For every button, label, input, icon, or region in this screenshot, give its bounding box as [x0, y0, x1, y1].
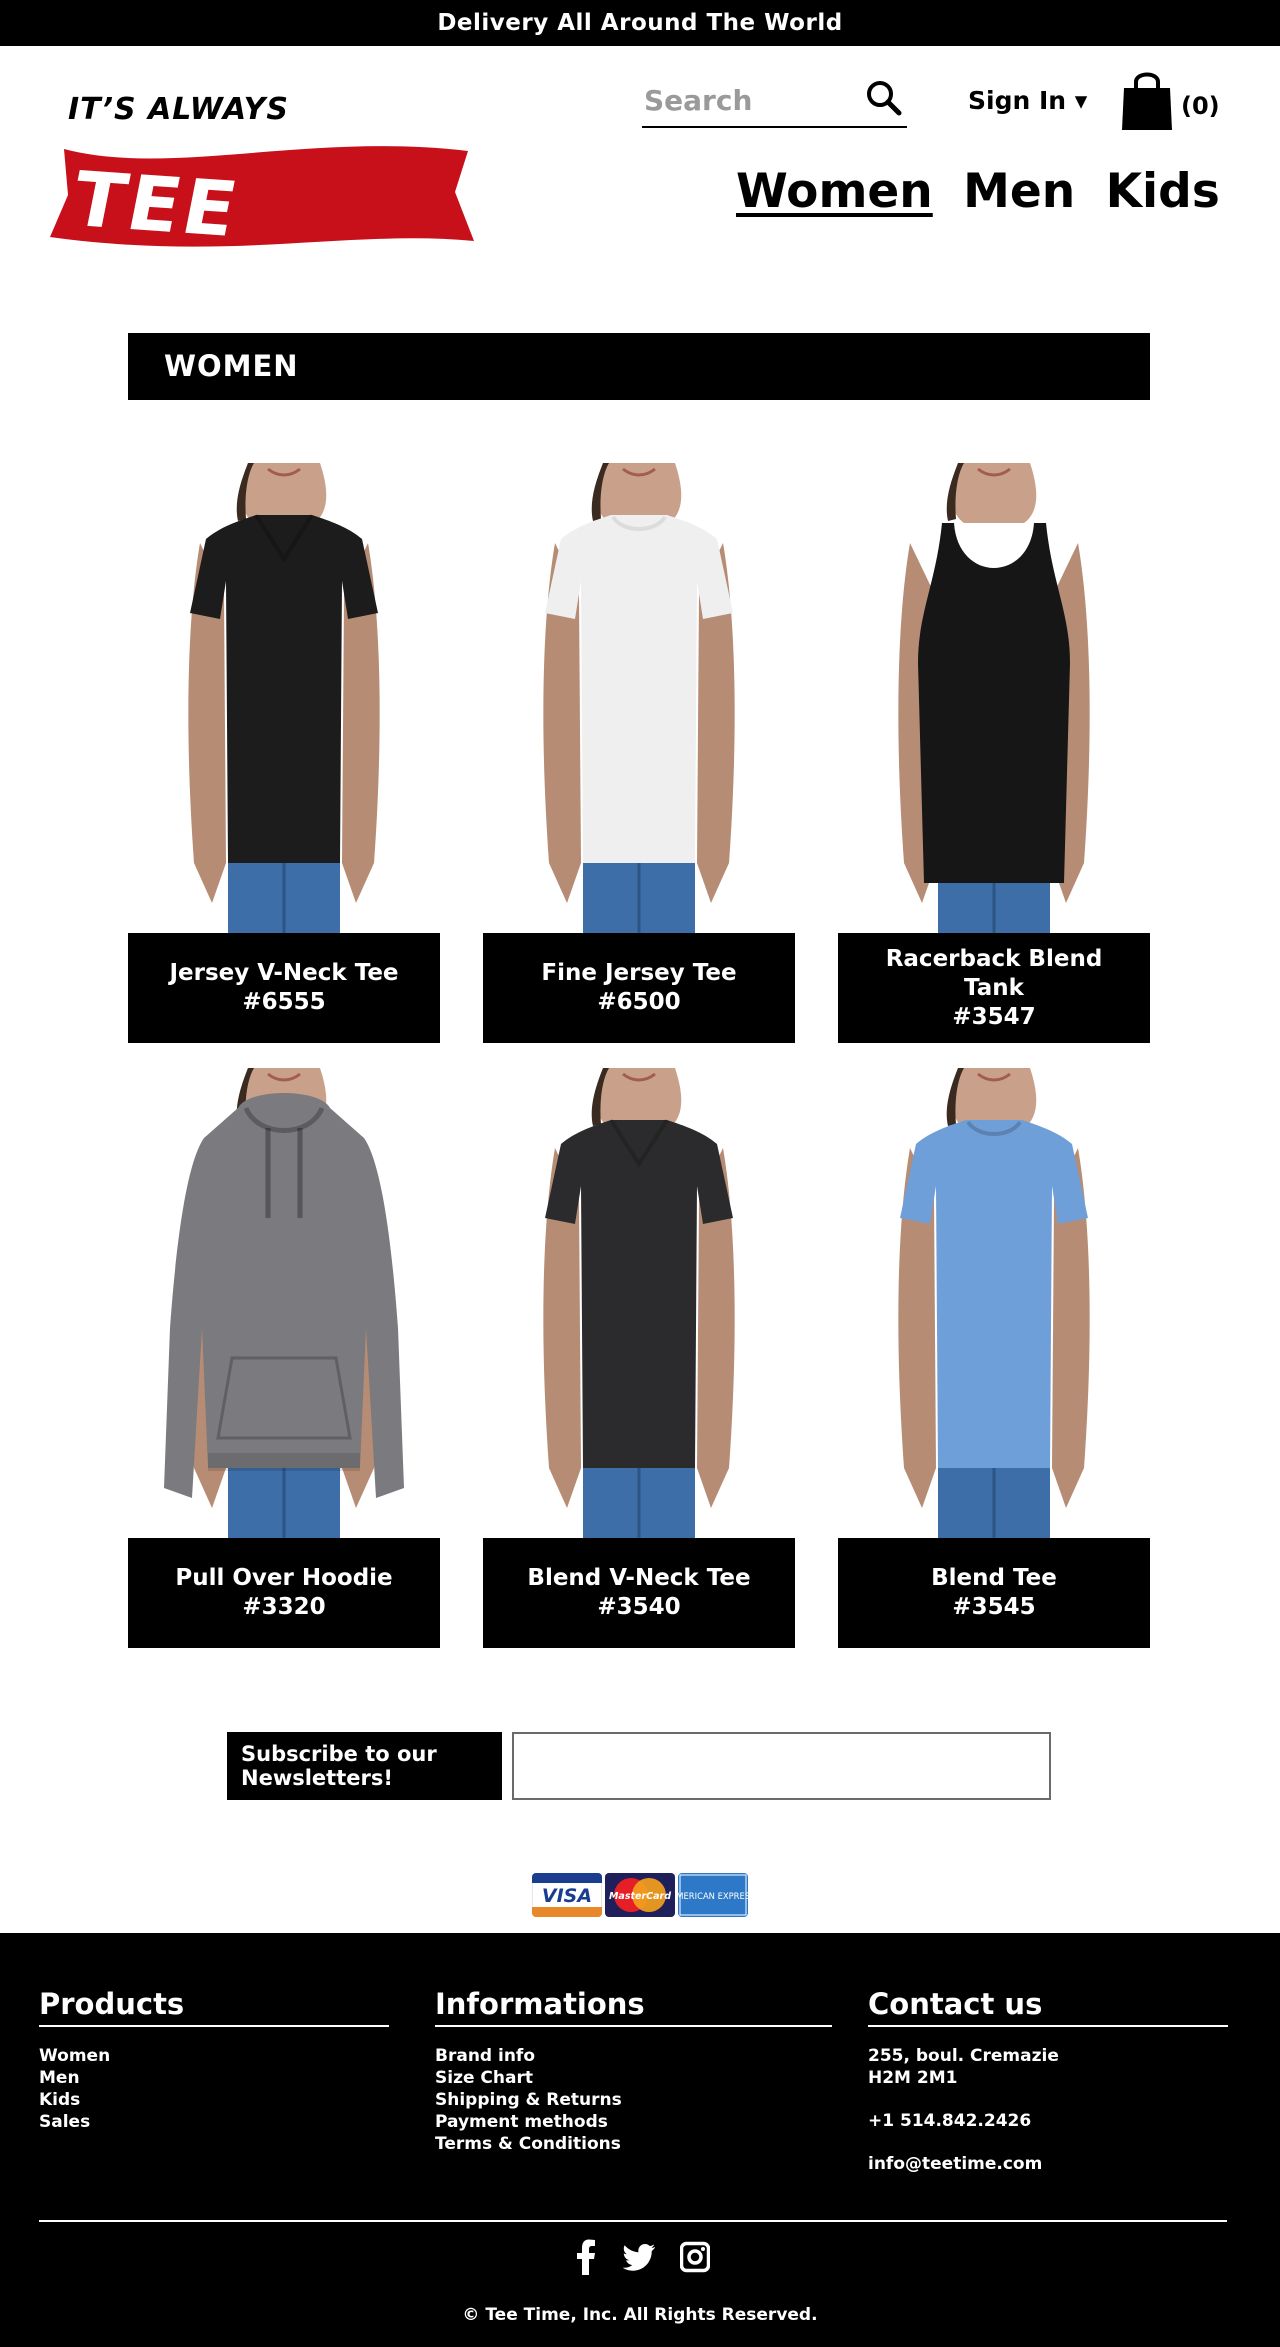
twitter-icon[interactable]	[622, 2239, 656, 2275]
footer-informations-column: Informations Brand info Size Chart Shipp…	[435, 1987, 832, 2155]
product-card[interactable]: Blend Tee #3545	[838, 1068, 1150, 1648]
delivery-banner: Delivery All Around The World	[0, 0, 1280, 46]
product-name: Fine Jersey Tee	[541, 960, 737, 986]
footer-products-heading: Products	[39, 1987, 389, 2027]
product-sku: #3545	[952, 1594, 1036, 1620]
footer-link-sales[interactable]: Sales	[39, 2111, 389, 2133]
logo-tagline: IT’S ALWAYS	[68, 92, 289, 127]
product-name: Blend Tee	[931, 1565, 1057, 1591]
product-sku: #3320	[242, 1594, 326, 1620]
shopping-bag-icon	[1122, 72, 1172, 130]
footer-link-women[interactable]: Women	[39, 2045, 389, 2067]
footer-link-kids[interactable]: Kids	[39, 2089, 389, 2111]
footer-link-size-chart[interactable]: Size Chart	[435, 2067, 832, 2089]
product-name: Pull Over Hoodie	[175, 1565, 393, 1591]
footer-link-payment-methods[interactable]: Payment methods	[435, 2111, 832, 2133]
facebook-icon[interactable]	[575, 2239, 597, 2275]
product-caption[interactable]: Jersey V-Neck Tee #6555	[128, 933, 440, 1043]
product-sku: #3547	[952, 1003, 1036, 1030]
product-sku: #3540	[597, 1594, 681, 1620]
logo-wordmark: TEE TIME	[74, 154, 294, 348]
product-card[interactable]: Pull Over Hoodie #3320	[128, 1068, 440, 1648]
product-sku: #6555	[242, 989, 326, 1015]
search-bar	[642, 76, 907, 128]
footer-divider	[39, 2220, 1227, 2222]
contact-address-line1: 255, boul. Cremazie	[868, 2046, 1059, 2066]
svg-text:MasterCard: MasterCard	[609, 1891, 671, 1902]
section-title: WOMEN	[128, 333, 1150, 400]
footer-contact-heading: Contact us	[868, 1987, 1228, 2027]
cart-count: (0)	[1181, 92, 1220, 120]
cart-button[interactable]: (0)	[1120, 70, 1240, 134]
product-sku: #6500	[597, 989, 681, 1015]
product-card[interactable]: Fine Jersey Tee #6500	[483, 463, 795, 1043]
contact-phone[interactable]: +1 514.842.2426	[868, 2110, 1228, 2132]
product-image[interactable]	[128, 463, 440, 933]
product-image[interactable]	[483, 1068, 795, 1538]
newsletter-label: Subscribe to our Newsletters!	[227, 1732, 502, 1800]
footer-products-column: Products Women Men Kids Sales	[39, 1987, 389, 2133]
product-image[interactable]	[128, 1068, 440, 1538]
copyright-text: © Tee Time, Inc. All Rights Reserved.	[462, 2305, 818, 2325]
product-name: Jersey V-Neck Tee	[169, 960, 399, 986]
contact-email[interactable]: info@teetime.com	[868, 2153, 1228, 2175]
product-caption[interactable]: Blend Tee #3545	[838, 1538, 1150, 1648]
product-name: Racerback Blend Tank	[885, 945, 1103, 1001]
amex-card-icon: AMERICAN EXPRESS	[678, 1873, 748, 1917]
footer-informations-heading: Informations	[435, 1987, 832, 2027]
product-image[interactable]	[838, 463, 1150, 933]
site-footer: Products Women Men Kids Sales Informatio…	[0, 1933, 1280, 2347]
product-caption[interactable]: Fine Jersey Tee #6500	[483, 933, 795, 1043]
product-card[interactable]: Racerback Blend Tank #3547	[838, 463, 1150, 1043]
product-caption[interactable]: Pull Over Hoodie #3320	[128, 1538, 440, 1648]
product-caption[interactable]: Racerback Blend Tank #3547	[838, 933, 1150, 1043]
visa-card-icon: VISA	[532, 1873, 602, 1917]
product-name: Blend V-Neck Tee	[527, 1565, 751, 1591]
product-card[interactable]: Jersey V-Neck Tee #6555	[128, 463, 440, 1043]
footer-link-men[interactable]: Men	[39, 2067, 389, 2089]
footer-contact-column: Contact us 255, boul. Cremazie H2M 2M1 +…	[868, 1987, 1228, 2175]
svg-text:AMERICAN EXPRESS: AMERICAN EXPRESS	[678, 1891, 748, 1901]
payment-methods: VISA MasterCard AMERICAN EXPRESS	[532, 1873, 748, 1917]
instagram-icon[interactable]	[680, 2239, 710, 2275]
footer-link-brand-info[interactable]: Brand info	[435, 2045, 832, 2067]
sign-in-button[interactable]: Sign In ▾	[968, 86, 1087, 115]
footer-link-terms[interactable]: Terms & Conditions	[435, 2133, 832, 2155]
product-caption[interactable]: Blend V-Neck Tee #3540	[483, 1538, 795, 1648]
svg-text:VISA: VISA	[542, 1885, 592, 1907]
footer-link-shipping-returns[interactable]: Shipping & Returns	[435, 2089, 832, 2111]
product-card[interactable]: Blend V-Neck Tee #3540	[483, 1068, 795, 1648]
category-nav: Women Men Kids	[736, 164, 1234, 219]
mastercard-card-icon: MasterCard	[605, 1873, 675, 1917]
search-input[interactable]	[644, 80, 854, 120]
contact-address-line2: H2M 2M1	[868, 2068, 958, 2088]
product-image[interactable]	[483, 463, 795, 933]
nav-kids[interactable]: Kids	[1106, 164, 1220, 219]
product-image[interactable]	[838, 1068, 1150, 1538]
search-icon[interactable]	[864, 78, 904, 118]
nav-women[interactable]: Women	[736, 164, 933, 219]
newsletter-email-input[interactable]	[512, 1732, 1051, 1800]
site-logo[interactable]: IT’S ALWAYS TEE TIME	[50, 92, 480, 347]
nav-men[interactable]: Men	[963, 164, 1075, 219]
